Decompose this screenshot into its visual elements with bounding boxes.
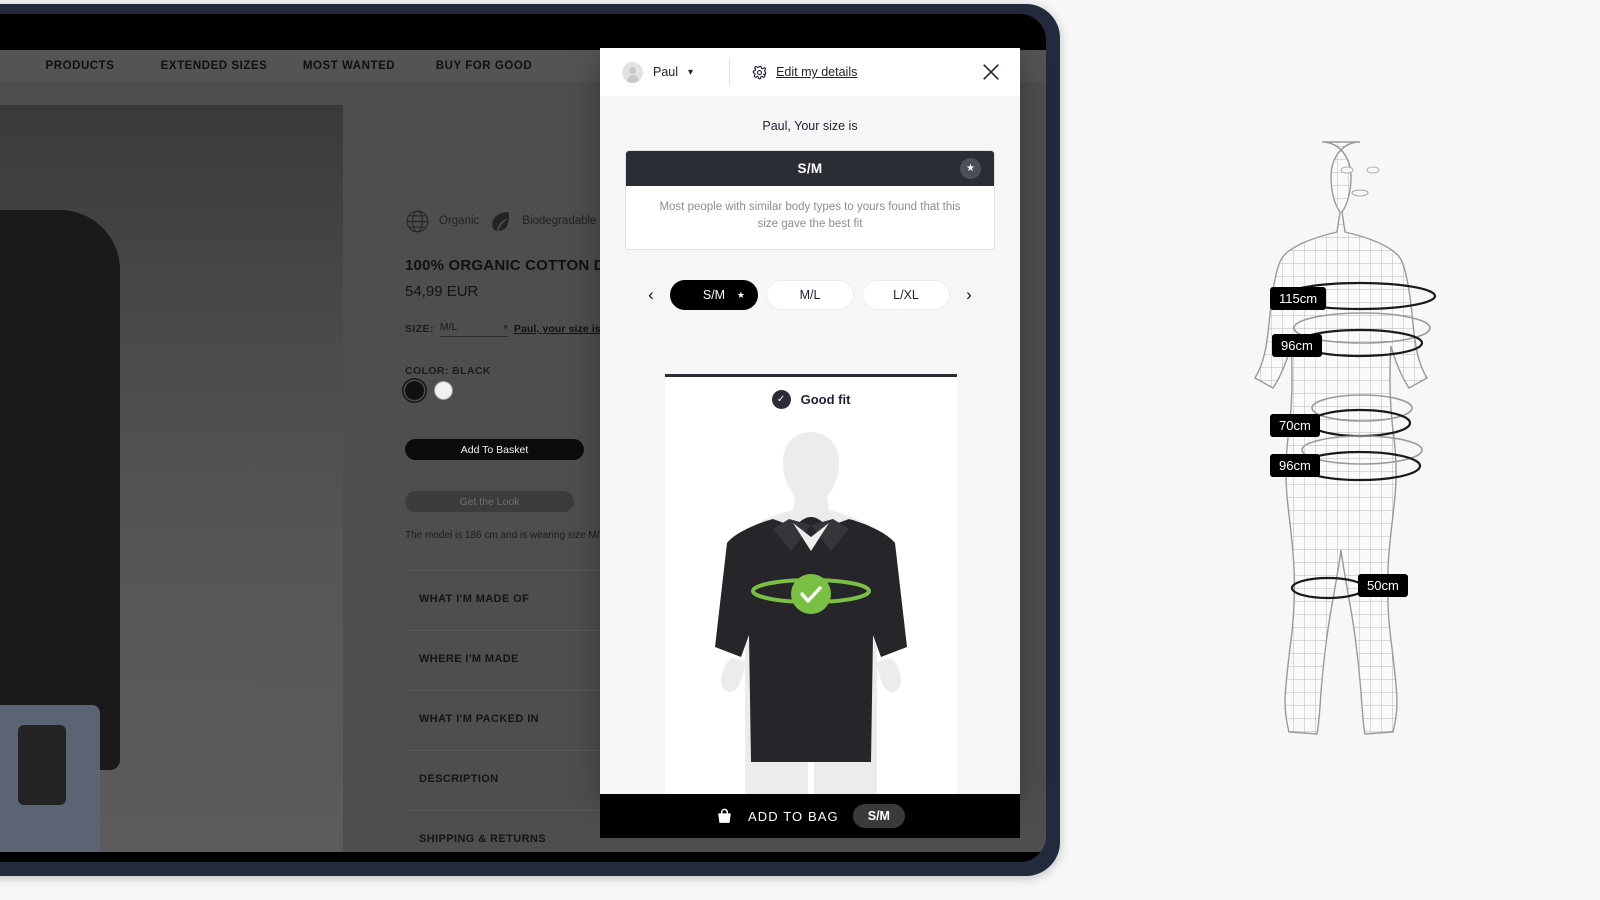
size-dropdown[interactable]: M/L ▾ <box>439 321 508 337</box>
size-recommendation-card: S/M ★ Most people with similar body type… <box>625 150 995 250</box>
carousel-next-icon[interactable]: › <box>958 286 980 303</box>
accordion-label: WHAT I'M MADE OF <box>419 593 530 605</box>
edit-my-details-link[interactable]: Edit my details <box>752 65 857 80</box>
add-to-bag-label: ADD TO BAG <box>748 808 839 824</box>
close-icon[interactable] <box>980 61 1002 83</box>
modal-header: Paul ▾ Edit my details <box>600 48 1020 96</box>
fit-preview-card: ✓ Good fit <box>665 374 957 797</box>
chevron-down-icon: ▾ <box>688 66 694 78</box>
nav-item-buy-for-good[interactable]: BUY FOR GOOD <box>436 60 532 72</box>
model-size-note: The model is 186 cm and is wearing size … <box>405 530 608 541</box>
avatar <box>622 61 643 83</box>
color-value-text: BLACK <box>452 365 491 377</box>
size-selector-row: SIZE: M/L ▾ Paul, your size is S/M <box>405 321 623 337</box>
check-icon: ✓ <box>771 390 791 409</box>
thigh-measurement: 50cm <box>1358 574 1408 597</box>
color-swatch-black[interactable] <box>405 381 424 400</box>
header-divider <box>729 59 731 85</box>
star-icon: ★ <box>736 289 745 300</box>
screenshot-root: PRODUCTS EXTENDED SIZES MOST WANTED BUY … <box>0 0 1600 900</box>
recommended-size-header: S/M ★ <box>626 151 994 186</box>
chevron-down-icon: ▾ <box>503 321 508 332</box>
user-name: Paul <box>653 65 679 79</box>
body-mannequin: 115cm 96cm 70cm 96cm 50cm <box>1150 120 1570 860</box>
leaf-icon <box>492 211 510 231</box>
recommendation-note: Most people with similar body types to y… <box>659 201 961 231</box>
size-option-ml[interactable]: M/L <box>766 279 854 310</box>
fit-status-label: Good fit <box>800 392 851 407</box>
color-label-text: COLOR: <box>405 365 449 377</box>
size-dropdown-value: M/L <box>439 321 458 333</box>
accordion-label: WHERE I'M MADE <box>419 653 519 665</box>
color-swatch-white[interactable] <box>434 381 453 400</box>
size-option-label: S/M <box>702 287 726 302</box>
add-to-bag-size-badge[interactable]: S/M <box>852 804 905 828</box>
user-menu[interactable]: Paul ▾ <box>622 61 694 83</box>
modal-title: Paul, Your size is <box>762 119 858 133</box>
fit-status: ✓ Good fit <box>665 390 957 409</box>
modal-footer: ADD TO BAG S/M <box>600 794 1020 838</box>
size-carousel: ‹ S/M ★ M/L L/XL › <box>600 279 1020 310</box>
model-sleeve-cuff <box>18 725 66 805</box>
globe-icon <box>406 210 429 232</box>
add-to-basket-button[interactable]: Add To Basket <box>405 439 584 460</box>
garment-fit-illustration <box>715 432 907 797</box>
nav-item-extended-sizes[interactable]: EXTENDED SIZES <box>161 60 268 72</box>
shoulder-measurement: 115cm <box>1270 287 1327 310</box>
carousel-prev-icon[interactable]: ‹ <box>640 286 662 303</box>
nav-item-most-wanted[interactable]: MOST WANTED <box>303 60 395 72</box>
model-torso <box>0 210 120 770</box>
shopping-bag-icon <box>718 808 731 823</box>
accordion-label: SHIPPING & RETURNS <box>419 833 546 845</box>
size-option-lxl[interactable]: L/XL <box>862 279 950 310</box>
badge-label-biodegradable: Biodegradable <box>522 215 597 227</box>
size-label: SIZE: <box>405 323 434 335</box>
product-hero-image <box>0 105 343 852</box>
accordion-label: DESCRIPTION <box>419 773 499 785</box>
size-option-sm[interactable]: S/M ★ <box>670 279 758 310</box>
chest-measurement: 96cm <box>1272 334 1322 357</box>
nav-item-products[interactable]: PRODUCTS <box>46 60 115 72</box>
gear-icon <box>752 65 767 79</box>
size-option-label: M/L <box>799 287 821 302</box>
accordion-label: WHAT I'M PACKED IN <box>419 713 540 725</box>
get-the-look-button[interactable]: Get the Look <box>405 491 574 512</box>
waist-measurement: 70cm <box>1270 414 1320 437</box>
color-swatches <box>405 381 453 400</box>
badge-label-organic: Organic <box>439 215 480 227</box>
star-icon: ★ <box>960 158 981 179</box>
edit-my-details-label: Edit my details <box>776 65 858 79</box>
color-label: COLOR: BLACK <box>405 365 491 377</box>
recommended-size-value: S/M <box>797 161 823 176</box>
wireframe-body <box>1254 141 1437 735</box>
size-option-label: L/XL <box>893 287 919 302</box>
hip-measurement: 96cm <box>1270 454 1320 477</box>
product-price: 54,99 EUR <box>405 283 479 300</box>
